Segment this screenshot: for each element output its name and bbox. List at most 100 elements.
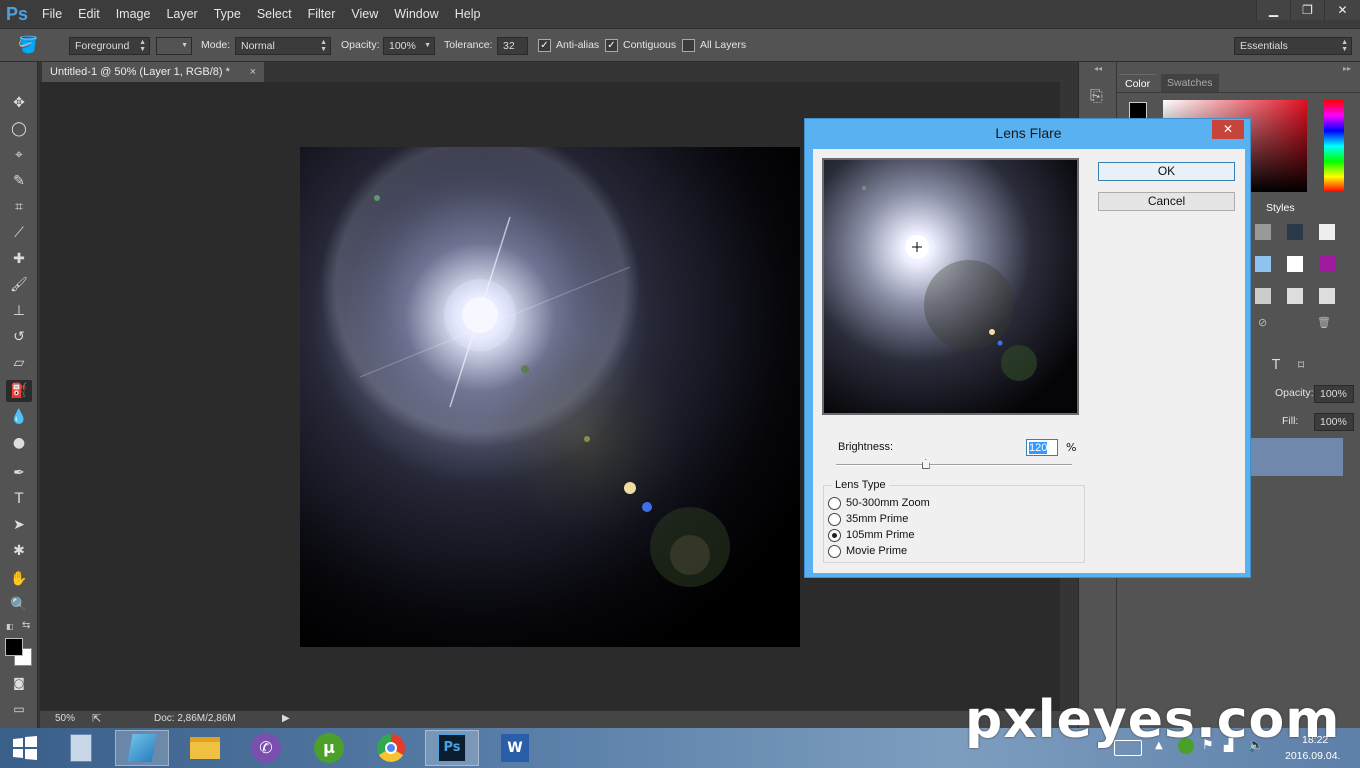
radio-button[interactable] xyxy=(828,544,841,558)
tab-color[interactable]: Color xyxy=(1119,74,1157,92)
collapse-arrows-icon[interactable]: ◂◂ xyxy=(1094,64,1102,73)
clear-style-icon[interactable]: ⊘ xyxy=(1258,316,1267,329)
pen-icon[interactable]: ✒ xyxy=(6,462,32,484)
close-window-icon[interactable]: ✕ xyxy=(1324,0,1360,20)
quick-mask-icon[interactable]: ◙ xyxy=(6,672,32,694)
photoshop-taskbar-icon[interactable]: Ps xyxy=(425,730,479,766)
viber-icon[interactable]: ✆ xyxy=(239,730,293,766)
fill-source-select[interactable]: Foreground ▲ ▼ xyxy=(69,37,150,55)
brightness-input[interactable]: 120 xyxy=(1026,439,1058,456)
hue-slider[interactable] xyxy=(1324,100,1344,192)
menu-select[interactable]: Select xyxy=(249,0,300,28)
anti-alias-checkbox[interactable]: ✓ xyxy=(538,39,551,52)
elliptical-marquee-icon[interactable]: ◯ xyxy=(6,118,32,140)
paint-bucket-icon[interactable]: ⛽ xyxy=(6,380,32,402)
tab-swatches[interactable]: Swatches xyxy=(1161,74,1219,92)
zoom-icon[interactable]: 🔍 xyxy=(6,594,32,616)
custom-shape-icon[interactable]: ✱ xyxy=(6,540,32,562)
style-swatch[interactable] xyxy=(1255,288,1271,304)
menu-file[interactable]: File xyxy=(34,0,70,28)
eraser-icon[interactable]: ▱ xyxy=(6,352,32,374)
brightness-slider-track[interactable] xyxy=(836,464,1072,466)
document-tab[interactable]: Untitled-1 @ 50% (Layer 1, RGB/8) * × xyxy=(42,62,264,82)
hand-icon[interactable]: ✋ xyxy=(6,568,32,590)
windows-start-icon[interactable] xyxy=(0,730,50,766)
minimize-icon[interactable]: ▁ xyxy=(1256,0,1290,20)
path-selection-icon[interactable]: ➤ xyxy=(6,514,32,536)
notes-app-icon[interactable] xyxy=(115,730,169,766)
menu-window[interactable]: Window xyxy=(386,0,446,28)
history-brush-icon[interactable]: ↺ xyxy=(6,326,32,348)
menu-edit[interactable]: Edit xyxy=(70,0,108,28)
healing-brush-icon[interactable]: ✚ xyxy=(6,248,32,270)
cancel-button[interactable]: Cancel xyxy=(1098,192,1235,211)
flare-preview[interactable] xyxy=(822,158,1079,415)
calculator-icon[interactable] xyxy=(54,730,108,766)
style-swatch[interactable] xyxy=(1255,256,1271,272)
lens-option-movie-prime[interactable]: Movie Prime xyxy=(828,543,907,559)
brightness-slider-thumb[interactable] xyxy=(921,459,930,469)
lasso-icon[interactable]: ⌖ xyxy=(6,144,32,166)
file-explorer-icon[interactable] xyxy=(178,730,232,766)
crop-icon[interactable]: ⌗ xyxy=(6,196,32,218)
style-swatch[interactable] xyxy=(1287,288,1303,304)
menu-help[interactable]: Help xyxy=(447,0,489,28)
zoom-level[interactable]: 50% xyxy=(55,713,75,724)
radio-button[interactable] xyxy=(828,512,841,526)
lens-option-50-300mm[interactable]: 50-300mm Zoom xyxy=(828,495,930,511)
brush-icon[interactable]: 🖌 xyxy=(6,274,32,296)
opacity-field[interactable]: 100% ▼ xyxy=(383,37,435,55)
close-tab-icon[interactable]: × xyxy=(250,62,256,82)
document-canvas[interactable] xyxy=(300,147,800,647)
export-icon[interactable]: ⇱ xyxy=(92,712,101,725)
default-colors-icon[interactable]: ◧ xyxy=(6,622,16,632)
mode-select[interactable]: Normal ▲ ▼ xyxy=(235,37,331,55)
layer-opacity-field[interactable]: 100% xyxy=(1314,385,1354,403)
eyedropper-icon[interactable]: ⟋ xyxy=(6,222,32,244)
style-swatch[interactable] xyxy=(1287,224,1303,240)
style-swatch[interactable] xyxy=(1319,256,1335,272)
dodge-icon[interactable]: ● xyxy=(6,432,32,454)
dialog-close-button[interactable]: ✕ xyxy=(1212,120,1244,139)
style-swatch[interactable] xyxy=(1319,288,1335,304)
layer-fill-field[interactable]: 100% xyxy=(1314,413,1354,431)
delete-style-icon[interactable]: 🗑 xyxy=(1317,316,1331,329)
word-icon[interactable]: W xyxy=(488,730,542,766)
selected-layer-row[interactable] xyxy=(1247,438,1343,476)
workspace-select[interactable]: Essentials ▲ ▼ xyxy=(1234,37,1352,55)
tab-styles[interactable]: Styles xyxy=(1260,199,1301,217)
clone-stamp-icon[interactable]: ⊥ xyxy=(6,300,32,322)
move-tool-icon[interactable]: ✥ xyxy=(6,92,32,114)
lens-option-105mm[interactable]: 105mm Prime xyxy=(828,527,914,543)
type-tool-icon[interactable]: T xyxy=(6,488,32,510)
ok-button[interactable]: OK xyxy=(1098,162,1235,181)
all-layers-checkbox[interactable] xyxy=(682,39,695,52)
pattern-picker[interactable]: ▼ xyxy=(156,37,192,55)
quick-selection-icon[interactable]: ✎ xyxy=(6,170,32,192)
expand-arrows-icon[interactable]: ▸▸ xyxy=(1343,64,1351,73)
paint-bucket-preset-icon[interactable]: 🪣 xyxy=(18,35,46,57)
menu-view[interactable]: View xyxy=(343,0,386,28)
blur-icon[interactable]: 💧 xyxy=(6,406,32,428)
clock-date[interactable]: 2016.09.04. xyxy=(1285,750,1340,762)
style-swatch[interactable] xyxy=(1319,224,1335,240)
style-swatch[interactable] xyxy=(1287,256,1303,272)
restore-icon[interactable]: ❐ xyxy=(1290,0,1324,20)
radio-button[interactable] xyxy=(828,496,841,510)
menu-layer[interactable]: Layer xyxy=(158,0,205,28)
radio-button-selected[interactable] xyxy=(828,528,841,542)
status-menu-arrow-icon[interactable]: ▶ xyxy=(282,713,290,724)
shape-filter-icon[interactable]: ⌑ xyxy=(1298,358,1304,372)
utorrent-icon[interactable]: µ xyxy=(302,730,356,766)
menu-filter[interactable]: Filter xyxy=(300,0,344,28)
swap-colors-icon[interactable]: ⇆ xyxy=(22,620,30,631)
foreground-color-swatch[interactable] xyxy=(5,638,23,656)
tolerance-field[interactable]: 32 xyxy=(497,37,528,55)
type-filter-icon[interactable]: T xyxy=(1272,358,1280,373)
lens-option-35mm[interactable]: 35mm Prime xyxy=(828,511,908,527)
chrome-icon[interactable] xyxy=(364,730,418,766)
contiguous-checkbox[interactable]: ✓ xyxy=(605,39,618,52)
history-panel-icon[interactable]: ⎘ xyxy=(1090,86,1103,106)
screen-mode-icon[interactable]: ▭ xyxy=(6,698,32,720)
menu-image[interactable]: Image xyxy=(108,0,159,28)
